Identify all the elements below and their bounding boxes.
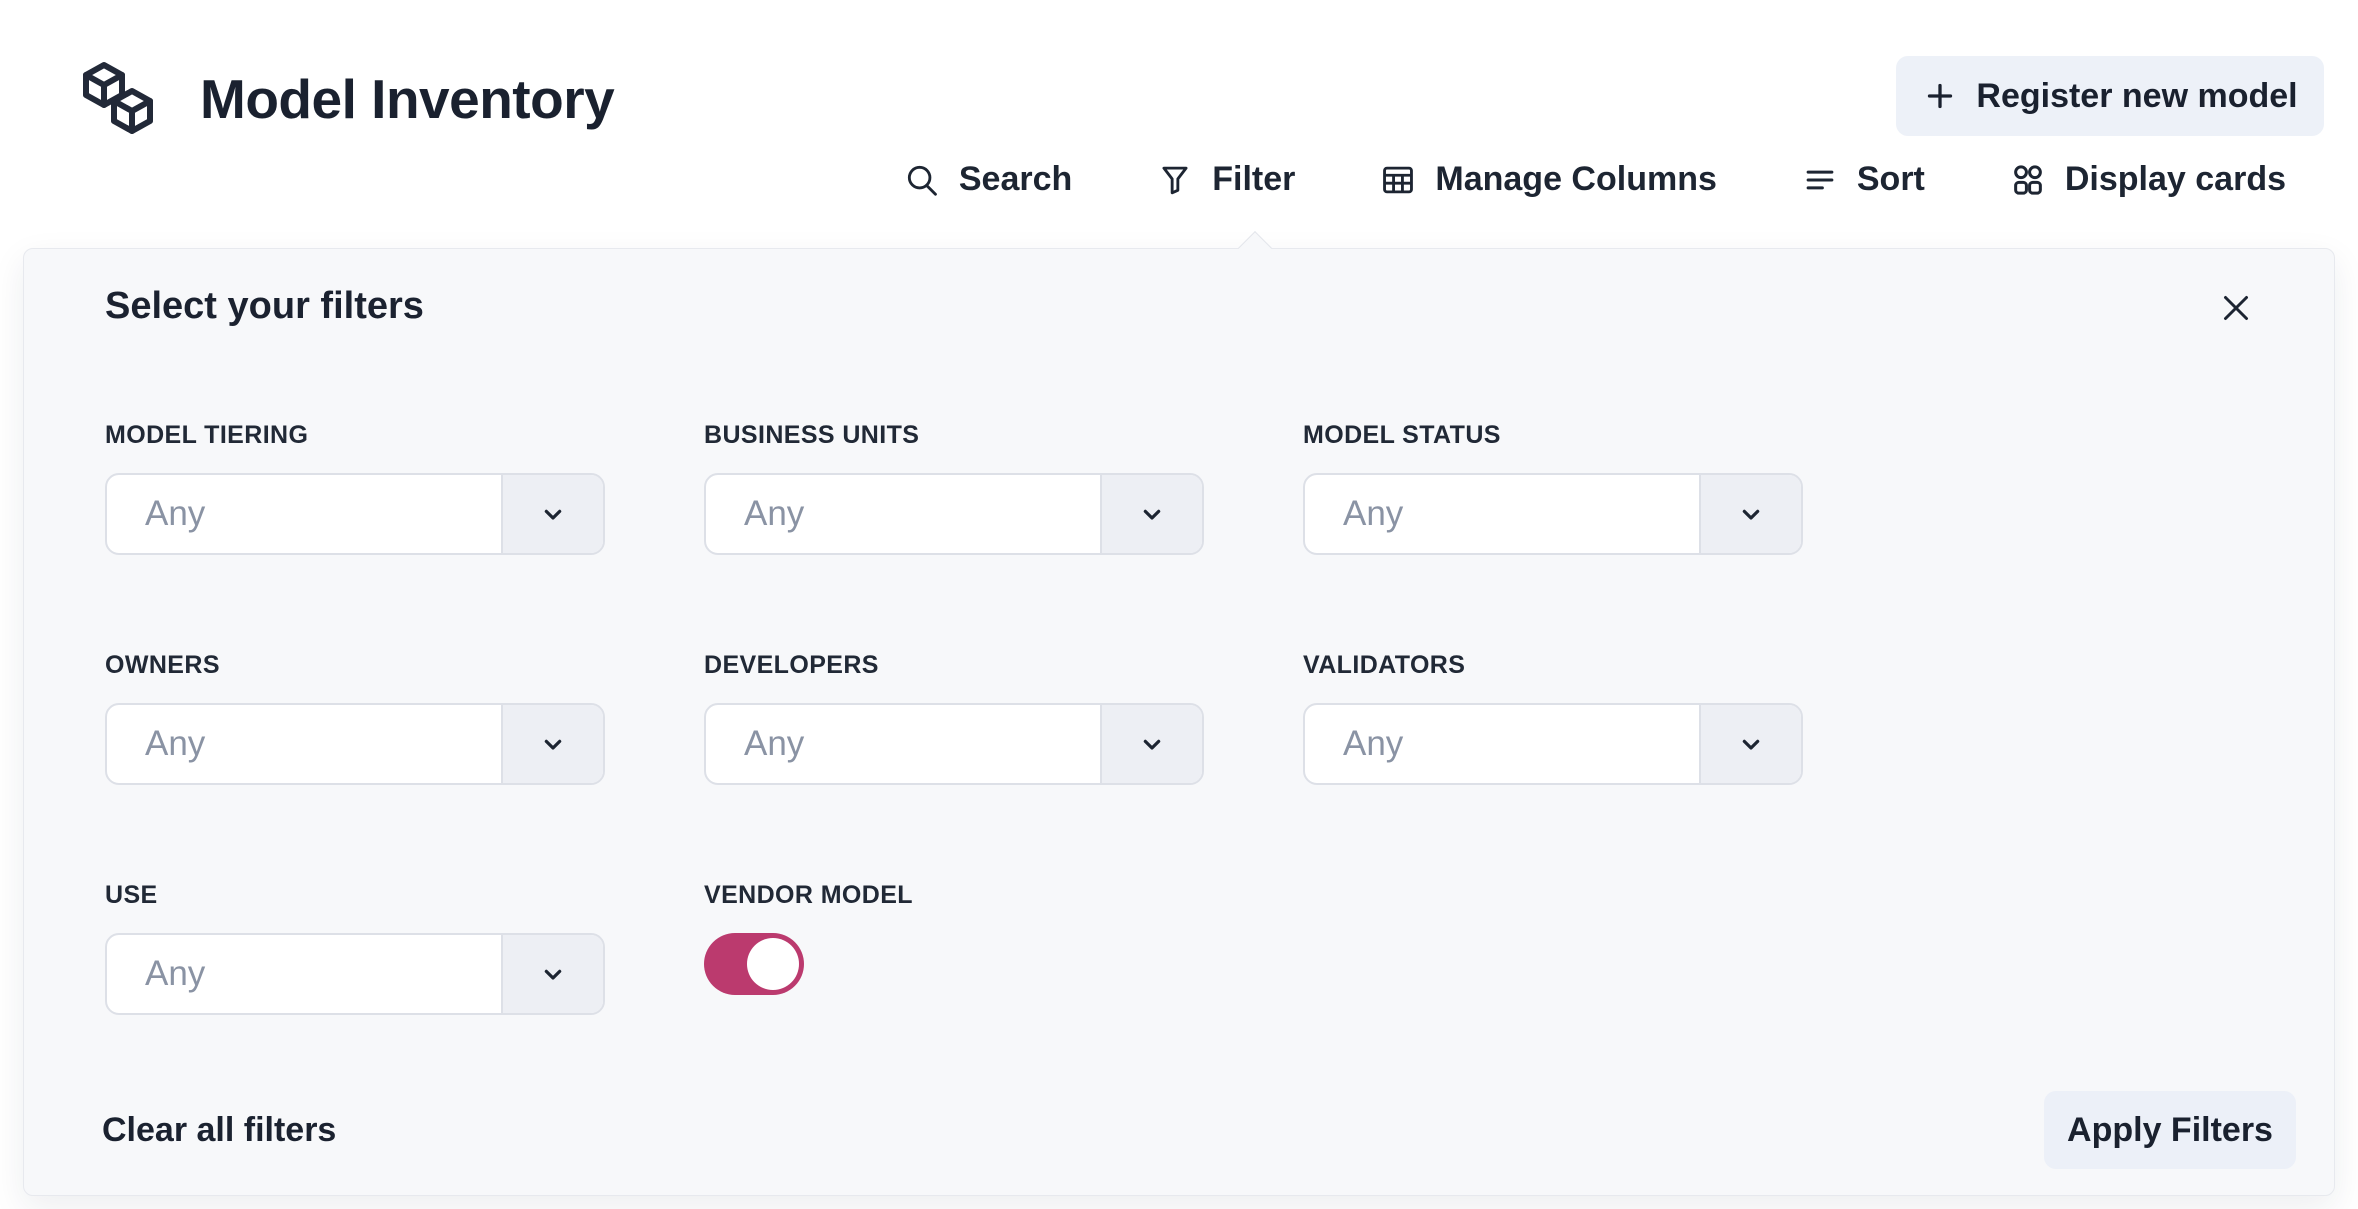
filter-label: MODEL STATUS — [1303, 421, 1803, 450]
display-cards-icon — [2009, 161, 2047, 199]
filter-label: DEVELOPERS — [704, 651, 1204, 680]
toolbar-filter[interactable]: Filter — [1156, 160, 1295, 199]
filter-business-units: BUSINESS UNITS Any — [704, 421, 1204, 555]
toolbar-display-cards[interactable]: Display cards — [2009, 160, 2286, 199]
cubes-logo-icon — [76, 58, 164, 140]
table-toolbar: Search Filter Manage Columns — [903, 160, 2286, 199]
chevron-down-icon[interactable] — [501, 935, 603, 1013]
dropdown-value: Any — [1305, 705, 1699, 783]
dropdown-value: Any — [107, 705, 501, 783]
chevron-down-icon[interactable] — [501, 475, 603, 553]
toolbar-display-cards-label: Display cards — [2065, 160, 2286, 199]
chevron-down-icon[interactable] — [1100, 475, 1202, 553]
developers-dropdown[interactable]: Any — [704, 703, 1204, 785]
validators-dropdown[interactable]: Any — [1303, 703, 1803, 785]
use-dropdown[interactable]: Any — [105, 933, 605, 1015]
close-icon — [2215, 287, 2257, 332]
dropdown-value: Any — [107, 935, 501, 1013]
toolbar-filter-label: Filter — [1212, 160, 1295, 199]
chevron-down-icon[interactable] — [1699, 475, 1801, 553]
filter-validators: VALIDATORS Any — [1303, 651, 1803, 785]
filter-owners: OWNERS Any — [105, 651, 605, 785]
clear-all-filters-button[interactable]: Clear all filters — [102, 1111, 336, 1150]
dropdown-value: Any — [706, 475, 1100, 553]
filter-label: MODEL TIERING — [105, 421, 605, 450]
model-tiering-dropdown[interactable]: Any — [105, 473, 605, 555]
chevron-down-icon[interactable] — [1100, 705, 1202, 783]
search-icon — [903, 161, 941, 199]
sort-icon — [1801, 161, 1839, 199]
model-inventory-page: Model Inventory Register new model Searc… — [0, 0, 2358, 1209]
filter-icon — [1156, 161, 1194, 199]
filter-label: BUSINESS UNITS — [704, 421, 1204, 450]
toggle-knob — [747, 938, 799, 990]
dropdown-value: Any — [706, 705, 1100, 783]
apply-filters-button[interactable]: Apply Filters — [2044, 1091, 2296, 1169]
toolbar-sort[interactable]: Sort — [1801, 160, 1925, 199]
toolbar-search[interactable]: Search — [903, 160, 1072, 199]
filter-grid: MODEL TIERING Any BUSINESS UNITS Any — [105, 421, 1803, 1015]
plus-icon — [1922, 78, 1958, 114]
app-header-brand: Model Inventory — [76, 58, 614, 140]
filter-label: USE — [105, 881, 605, 910]
dropdown-value: Any — [107, 475, 501, 553]
register-button-label: Register new model — [1976, 77, 2297, 116]
page-title: Model Inventory — [200, 67, 614, 131]
filter-model-status: MODEL STATUS Any — [1303, 421, 1803, 555]
chevron-down-icon[interactable] — [501, 705, 603, 783]
business-units-dropdown[interactable]: Any — [704, 473, 1204, 555]
filter-panel-title: Select your filters — [105, 285, 424, 328]
filter-label: OWNERS — [105, 651, 605, 680]
manage-columns-icon — [1379, 161, 1417, 199]
toolbar-sort-label: Sort — [1857, 160, 1925, 199]
toolbar-manage-columns-label: Manage Columns — [1435, 160, 1716, 199]
filter-label: VENDOR MODEL — [704, 881, 1204, 910]
filter-use: USE Any — [105, 881, 605, 1015]
dropdown-value: Any — [1305, 475, 1699, 553]
toolbar-manage-columns[interactable]: Manage Columns — [1379, 160, 1716, 199]
vendor-model-toggle[interactable] — [704, 933, 804, 995]
owners-dropdown[interactable]: Any — [105, 703, 605, 785]
filter-model-tiering: MODEL TIERING Any — [105, 421, 605, 555]
toolbar-search-label: Search — [959, 160, 1072, 199]
filter-developers: DEVELOPERS Any — [704, 651, 1204, 785]
chevron-down-icon[interactable] — [1699, 705, 1801, 783]
filter-vendor-model: VENDOR MODEL — [704, 881, 1204, 1015]
filter-panel: Select your filters MODEL TIERING Any — [23, 248, 2335, 1196]
register-new-model-button[interactable]: Register new model — [1896, 56, 2324, 136]
filter-label: VALIDATORS — [1303, 651, 1803, 680]
model-status-dropdown[interactable]: Any — [1303, 473, 1803, 555]
close-filter-panel-button[interactable] — [2208, 281, 2264, 337]
